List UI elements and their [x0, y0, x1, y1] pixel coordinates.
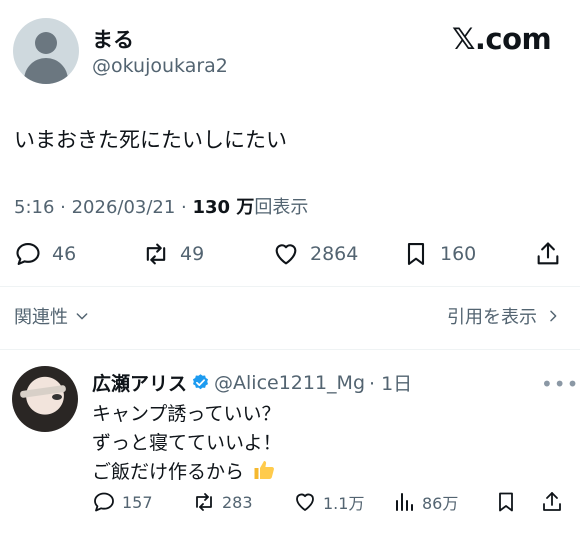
retweet-count: 49: [180, 243, 205, 265]
reply-author-handle[interactable]: @Alice1211_Mg: [214, 372, 365, 394]
author-handle[interactable]: @okujoukara2: [92, 55, 228, 77]
analytics-icon: [396, 493, 413, 511]
heart-icon: [296, 493, 314, 511]
retweet-button[interactable]: 49: [142, 240, 204, 268]
share-button[interactable]: [534, 240, 562, 268]
reply-icon: [94, 492, 114, 512]
bookmark-icon: [407, 243, 425, 265]
reply-bookmark-button[interactable]: [494, 490, 518, 514]
like-button[interactable]: 2864: [272, 240, 358, 268]
view-count: 130 万: [192, 197, 255, 218]
reply-view-count: 86万: [422, 494, 459, 513]
tweet-timestamp[interactable]: 5:16 · 2026/03/21 ·: [14, 197, 193, 218]
reply-retweet-count: 283: [222, 492, 253, 512]
reply-views-button[interactable]: 86万: [392, 490, 458, 514]
view-quotes-link[interactable]: 引用を表示: [447, 303, 561, 329]
sort-relevance-dropdown[interactable]: 関連性: [14, 303, 90, 329]
reply-author-avatar[interactable]: [12, 366, 78, 432]
reply-like-button[interactable]: 1.1万: [293, 490, 364, 514]
bookmark-button[interactable]: 160: [402, 240, 476, 268]
thumbs-up-icon: [254, 461, 275, 479]
like-count: 2864: [310, 243, 359, 265]
avatar-head: [35, 32, 57, 54]
author-display-name[interactable]: まる: [92, 24, 134, 54]
x-logo: 𝕏.com: [452, 22, 552, 56]
reply-reply-button[interactable]: 157: [92, 490, 153, 514]
divider: [0, 349, 580, 350]
reply-reply-count: 157: [122, 492, 153, 512]
bookmark-icon: [499, 492, 513, 512]
reply-count: 46: [52, 243, 77, 265]
chevron-right-icon: [550, 310, 557, 322]
author-avatar[interactable]: [13, 18, 79, 84]
retweet-icon: [196, 493, 212, 511]
view-label: 回表示: [254, 197, 309, 218]
reply-text-line-3: ご飯だけ作るから: [92, 457, 276, 484]
share-icon: [543, 492, 561, 511]
reply-author-name[interactable]: 広瀬アリス: [92, 369, 187, 396]
more-options-icon[interactable]: •••: [541, 372, 579, 396]
reply-button[interactable]: 46: [14, 240, 76, 268]
reply-text: ご飯だけ作るから: [92, 461, 245, 483]
divider: [0, 286, 580, 287]
chevron-down-icon: [76, 313, 88, 320]
reply-icon: [16, 243, 40, 265]
reply-share-button[interactable]: [540, 490, 564, 514]
reply-age: · 1日: [369, 373, 413, 395]
reply-like-count: 1.1万: [323, 494, 365, 513]
reply-text-line: キャンプ誘っていい？: [92, 403, 281, 425]
verified-badge-icon: [192, 374, 209, 390]
avatar-detail: [52, 394, 62, 400]
sort-label: 関連性: [14, 307, 68, 328]
tweet-meta: 5:16 · 2026/03/21 · 130 万回表示: [14, 193, 308, 219]
avatar-body: [24, 58, 68, 84]
view-quotes-label: 引用を表示: [447, 307, 537, 328]
tweet-text: いまおきた死にたいしにたい: [14, 128, 287, 152]
bookmark-count: 160: [440, 243, 477, 265]
retweet-icon: [146, 243, 166, 265]
share-icon: [537, 242, 559, 265]
reply-text-line: ずっと寝てていいよ！: [92, 432, 282, 454]
heart-icon: [275, 244, 297, 265]
reply-retweet-button[interactable]: 283: [192, 490, 253, 514]
reply-header: 広瀬アリス @Alice1211_Mg · 1日: [92, 369, 412, 396]
